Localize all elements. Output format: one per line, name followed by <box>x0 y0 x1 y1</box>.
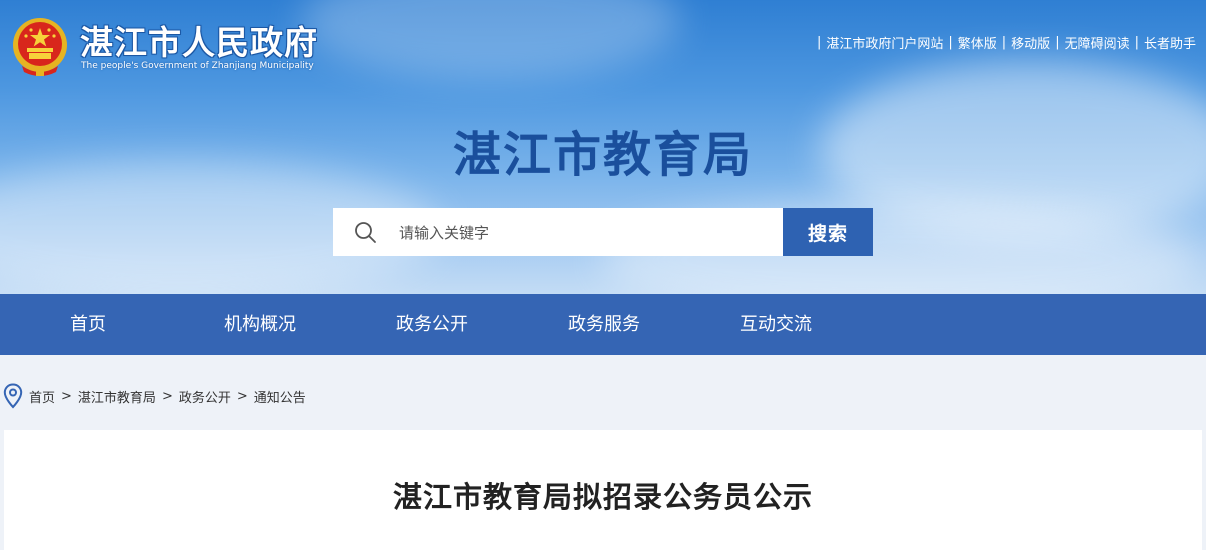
link-separator: | <box>1134 35 1139 50</box>
breadcrumb: 首页 > 湛江市教育局 > 政务公开 > 通知公告 <box>0 378 306 414</box>
breadcrumb-separator: > <box>61 388 72 404</box>
link-separator: | <box>816 35 822 50</box>
search-bar: 搜索 <box>333 208 873 258</box>
nav-item-interaction[interactable]: 互动交流 <box>690 294 862 355</box>
article-container: 湛江市教育局拟招录公务员公示 <box>4 430 1202 550</box>
nav-item-home[interactable]: 首页 <box>2 294 174 355</box>
breadcrumb-home[interactable]: 首页 <box>29 387 55 406</box>
search-input[interactable] <box>397 208 781 258</box>
top-link-mobile[interactable]: 移动版 <box>1011 33 1050 52</box>
nav-item-gov-services[interactable]: 政务服务 <box>518 294 690 355</box>
main-nav: 首页 机构概况 政务公开 政务服务 互动交流 <box>0 294 1206 355</box>
breadcrumb-separator: > <box>161 388 173 404</box>
breadcrumb-gov-affairs[interactable]: 政务公开 <box>179 387 231 406</box>
breadcrumb-bureau[interactable]: 湛江市教育局 <box>78 387 156 406</box>
search-box <box>333 208 783 258</box>
gov-logo[interactable]: 湛江市人民政府 The people's Government of Zhanj… <box>10 14 317 78</box>
link-separator: | <box>1001 35 1007 50</box>
search-icon <box>355 222 376 243</box>
nav-item-organization[interactable]: 机构概况 <box>174 294 346 355</box>
gov-name-english: The people's Government of Zhanjiang Mun… <box>81 61 314 71</box>
top-link-elder-assistant[interactable]: 长者助手 <box>1144 33 1196 52</box>
search-button[interactable]: 搜索 <box>783 208 873 256</box>
link-separator: | <box>1055 35 1060 50</box>
nav-item-gov-affairs-public[interactable]: 政务公开 <box>346 294 518 355</box>
site-title: 湛江市教育局 <box>452 127 753 183</box>
national-emblem-icon <box>13 18 67 76</box>
top-link-accessibility[interactable]: 无障碍阅读 <box>1065 33 1130 52</box>
location-pin-icon <box>3 383 23 409</box>
breadcrumb-separator: > <box>236 388 248 404</box>
top-link-traditional[interactable]: 繁体版 <box>958 33 997 52</box>
breadcrumb-notices[interactable]: 通知公告 <box>254 387 306 406</box>
top-links: | 湛江市政府门户网站 | 繁体版 | 移动版 | 无障碍阅读 | 长者助手 <box>812 33 1196 52</box>
site-header: 湛江市人民政府 The people's Government of Zhanj… <box>0 0 1206 294</box>
cloud-decoration <box>300 0 680 80</box>
top-link-portal[interactable]: 湛江市政府门户网站 <box>826 33 943 52</box>
article-title: 湛江市教育局拟招录公务员公示 <box>392 480 813 514</box>
link-separator: | <box>948 35 953 50</box>
gov-name: 湛江市人民政府 <box>80 23 318 62</box>
